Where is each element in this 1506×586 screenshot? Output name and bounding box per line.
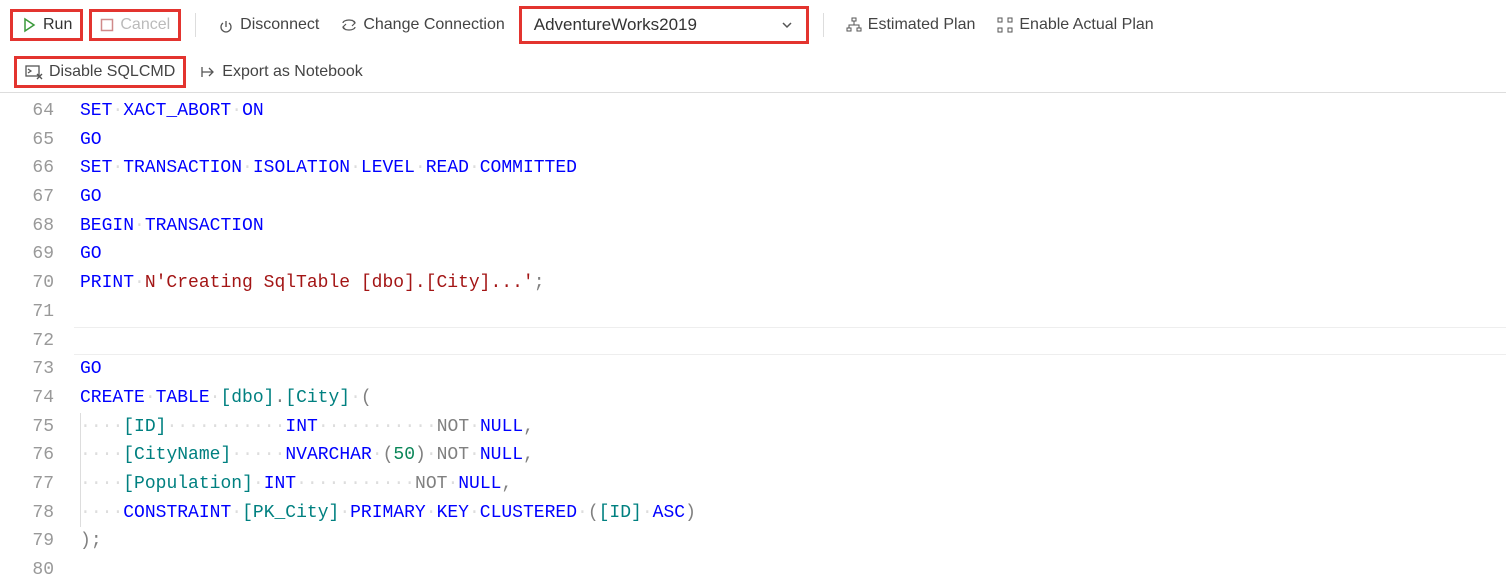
stop-icon [100, 18, 114, 32]
line-number: 76 [0, 441, 54, 470]
line-number: 74 [0, 384, 54, 413]
line-gutter: 6465666768697071727374757677787980 [0, 97, 80, 585]
line-number: 66 [0, 154, 54, 183]
disable-sqlcmd-label: Disable SQLCMD [49, 63, 175, 81]
disconnect-button-label: Disconnect [240, 16, 319, 34]
estimated-plan-label: Estimated Plan [868, 16, 976, 34]
code-line[interactable]: BEGIN·TRANSACTION [80, 212, 1506, 241]
code-line[interactable]: GO [80, 126, 1506, 155]
database-select-value: AdventureWorks2019 [534, 15, 697, 35]
chevron-down-icon [780, 18, 794, 32]
code-line[interactable]: CREATE·TABLE·[dbo].[City]·( [80, 384, 1506, 413]
cancel-button-label: Cancel [120, 16, 170, 34]
code-editor[interactable]: 6465666768697071727374757677787980 SET·X… [0, 93, 1506, 585]
enable-actual-plan-label: Enable Actual Plan [1019, 16, 1153, 34]
disconnect-icon [218, 17, 234, 33]
estimated-plan-icon [846, 17, 862, 33]
toolbar-divider [195, 13, 196, 37]
actual-plan-icon [997, 17, 1013, 33]
estimated-plan-button[interactable]: Estimated Plan [838, 12, 984, 38]
line-number: 71 [0, 298, 54, 327]
code-line[interactable]: ); [80, 527, 1506, 556]
code-line[interactable]: SET·TRANSACTION·ISOLATION·LEVEL·READ·COM… [80, 154, 1506, 183]
line-number: 67 [0, 183, 54, 212]
code-line[interactable] [80, 556, 1506, 585]
database-select[interactable]: AdventureWorks2019 [519, 6, 809, 44]
sqlcmd-icon [25, 64, 43, 80]
disconnect-button[interactable]: Disconnect [210, 12, 327, 38]
disable-sqlcmd-button[interactable]: Disable SQLCMD [14, 56, 186, 88]
change-connection-icon [341, 17, 357, 33]
change-connection-button[interactable]: Change Connection [333, 12, 512, 38]
line-number: 80 [0, 556, 54, 585]
line-number: 79 [0, 527, 54, 556]
code-line[interactable]: ····[Population]·INT···········NOT·NULL, [80, 470, 1506, 499]
play-icon [21, 17, 37, 33]
code-line[interactable]: ····CONSTRAINT·[PK_City]·PRIMARY·KEY·CLU… [80, 499, 1506, 528]
line-number: 75 [0, 413, 54, 442]
code-line[interactable]: ····[ID]···········INT···········NOT·NUL… [80, 413, 1506, 442]
code-line[interactable]: GO [80, 240, 1506, 269]
code-line[interactable] [80, 327, 1506, 356]
line-number: 77 [0, 470, 54, 499]
line-number: 70 [0, 269, 54, 298]
run-button-label: Run [43, 16, 72, 34]
cancel-button: Cancel [89, 9, 181, 41]
code-line[interactable]: ····[CityName]·····NVARCHAR·(50)·NOT·NUL… [80, 441, 1506, 470]
line-number: 73 [0, 355, 54, 384]
change-connection-label: Change Connection [363, 16, 504, 34]
toolbar-divider [823, 13, 824, 37]
line-number: 65 [0, 126, 54, 155]
code-line[interactable]: PRINT·N'Creating SqlTable [dbo].[City]..… [80, 269, 1506, 298]
code-line[interactable]: GO [80, 355, 1506, 384]
code-line[interactable] [80, 298, 1506, 327]
toolbar-row-2: Disable SQLCMD Export as Notebook [10, 50, 1496, 88]
export-icon [200, 64, 216, 80]
code-content[interactable]: SET·XACT_ABORT·ONGOSET·TRANSACTION·ISOLA… [80, 97, 1506, 585]
enable-actual-plan-button[interactable]: Enable Actual Plan [989, 12, 1161, 38]
main-toolbar: Run Cancel Disconnect Change Connection … [0, 0, 1506, 93]
line-number: 78 [0, 499, 54, 528]
export-notebook-label: Export as Notebook [222, 63, 363, 81]
line-number: 64 [0, 97, 54, 126]
export-notebook-button[interactable]: Export as Notebook [192, 59, 371, 85]
code-line[interactable]: GO [80, 183, 1506, 212]
line-number: 68 [0, 212, 54, 241]
run-button[interactable]: Run [10, 9, 83, 41]
line-number: 69 [0, 240, 54, 269]
code-line[interactable]: SET·XACT_ABORT·ON [80, 97, 1506, 126]
line-number: 72 [0, 327, 54, 356]
